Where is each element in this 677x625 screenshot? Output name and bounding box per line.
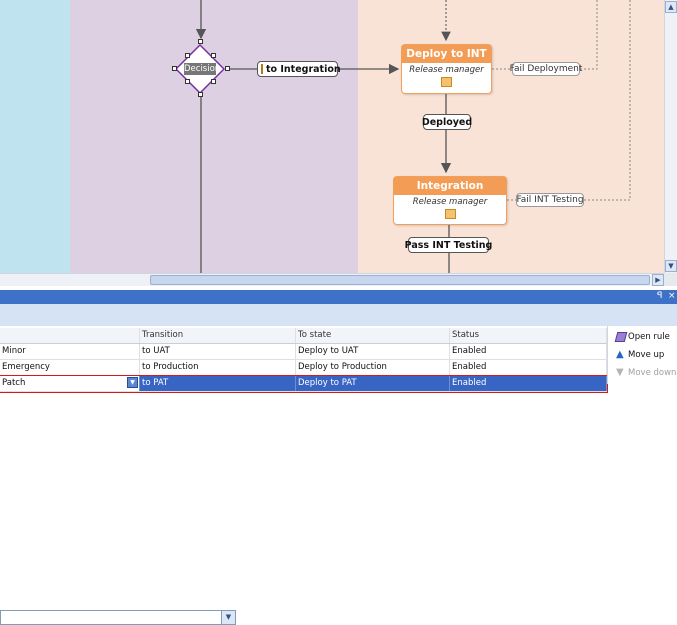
arrow-down-icon: ▼ <box>616 366 624 378</box>
resize-handle[interactable] <box>198 92 203 97</box>
transition-label: Deployed <box>421 116 473 128</box>
state-role: Release manager <box>409 65 484 75</box>
pane-toolbar: ▼ <box>0 304 677 625</box>
state-deploy-to-int[interactable]: Deploy to INT Release manager <box>401 44 492 94</box>
rule-icon <box>261 64 263 74</box>
action-label: Open rule <box>628 332 670 342</box>
pane-title-bar <box>0 290 677 304</box>
filter-dropdown[interactable]: ▼ <box>0 610 236 625</box>
column-header[interactable] <box>0 328 140 343</box>
chevron-down-icon[interactable]: ▼ <box>127 377 138 388</box>
transitions-table: Transition To state Status Minor to UAT … <box>0 328 608 393</box>
table-cell: Patch <box>2 378 26 388</box>
decision-node[interactable]: Decision <box>175 44 225 94</box>
horizontal-scroll-thumb[interactable] <box>150 275 650 285</box>
close-icon[interactable]: × <box>668 291 676 301</box>
transition-label: Pass INT Testing <box>404 239 493 251</box>
table-cell: to Production <box>140 360 296 375</box>
transition-fail-deployment[interactable]: Fail Deployment <box>509 62 583 76</box>
chevron-down-icon[interactable]: ▼ <box>221 611 235 624</box>
pin-icon[interactable]: ꟼ <box>657 291 662 301</box>
column-header-transition[interactable]: Transition <box>140 328 296 343</box>
open-rule-button[interactable]: Open rule <box>614 330 670 344</box>
actions-panel: Open rule ▲ Move up ▼ Move down <box>607 326 677 384</box>
state-role: Release manager <box>412 197 488 207</box>
horizontal-scrollbar[interactable]: ▶ <box>0 273 664 286</box>
scrollbar-corner <box>664 273 677 286</box>
transition-pass-int-testing[interactable]: Pass INT Testing <box>405 237 492 253</box>
table-cell: Deploy to Production <box>296 360 450 375</box>
resize-handle[interactable] <box>185 53 190 58</box>
resize-handle[interactable] <box>172 66 177 71</box>
scroll-down-arrow-icon[interactable]: ▼ <box>665 260 677 272</box>
table-cell: Emergency <box>0 360 140 375</box>
resize-handle[interactable] <box>225 66 230 71</box>
transition-label: to Integration <box>266 63 341 75</box>
transition-label: Fail INT Testing <box>516 195 584 205</box>
transition-to-integration[interactable]: to Integration <box>257 61 341 77</box>
scroll-up-arrow-icon[interactable]: ▲ <box>665 1 677 13</box>
vertical-scrollbar[interactable]: ▲ ▼ <box>664 0 677 273</box>
transition-fail-int-testing[interactable]: Fail INT Testing <box>516 193 584 207</box>
transition-deployed[interactable]: Deployed <box>421 114 473 130</box>
rule-icon <box>614 331 628 342</box>
resize-handle[interactable] <box>185 79 190 84</box>
column-header-to-state[interactable]: To state <box>296 328 450 343</box>
arrow-up-icon: ▲ <box>616 348 624 360</box>
connector-lines <box>195 0 631 273</box>
table-row-selected[interactable]: Patch ▼ to PAT Deploy to PAT Enabled <box>0 375 608 393</box>
action-label: Move up <box>628 350 665 360</box>
form-icon <box>441 77 452 87</box>
resize-handle[interactable] <box>211 53 216 58</box>
move-down-button[interactable]: ▼ Move down <box>616 366 676 380</box>
table-header: Transition To state Status <box>0 328 607 344</box>
workflow-canvas[interactable]: Decision to Integration Deploy to INT Re… <box>0 0 664 273</box>
action-label: Move down <box>628 368 677 378</box>
resize-handle[interactable] <box>198 39 203 44</box>
table-row[interactable]: Minor to UAT Deploy to UAT Enabled <box>0 344 607 360</box>
decision-label: Decision <box>184 63 221 75</box>
table-row[interactable]: Emergency to Production Deploy to Produc… <box>0 360 607 376</box>
move-up-button[interactable]: ▲ Move up <box>616 348 664 362</box>
table-cell: Enabled <box>450 344 607 359</box>
state-title: Integration Testing <box>394 177 506 210</box>
table-cell: to UAT <box>140 344 296 359</box>
table-cell: Minor <box>0 344 140 359</box>
table-cell: Deploy to UAT <box>296 344 450 359</box>
resize-handle[interactable] <box>211 79 216 84</box>
transition-label: Fail Deployment <box>509 64 583 74</box>
state-integration-testing[interactable]: Integration Testing Release manager <box>393 176 507 225</box>
scroll-right-arrow-icon[interactable]: ▶ <box>652 274 664 286</box>
state-title: Deploy to INT <box>402 45 491 63</box>
table-cell: Enabled <box>450 360 607 375</box>
column-header-status[interactable]: Status <box>450 328 607 343</box>
